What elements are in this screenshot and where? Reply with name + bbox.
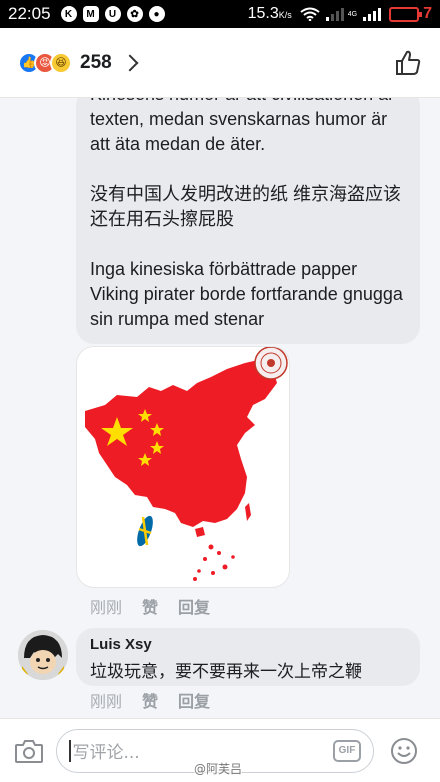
camera-icon[interactable] (14, 738, 44, 764)
gif-button[interactable]: GIF (333, 739, 361, 762)
comment-image[interactable] (76, 346, 290, 588)
reactions-header: 👍 😡 😆 258 (0, 28, 440, 98)
u-app-icon: U (104, 6, 121, 22)
mail-icon: M (82, 6, 99, 22)
chat-app-icon: ● (148, 6, 165, 22)
emoji-icon[interactable] (390, 737, 418, 765)
comment-text-swedish-1: Kinesens humor är att civilisationen är … (90, 98, 394, 154)
reply-reply-link[interactable]: 回复 (178, 688, 210, 712)
reply-comment-text: 垃圾玩意，要不要再来一次上帝之鞭 (90, 662, 362, 682)
comment-text-chinese: 没有中国人发明改进的纸 维京海盗应该还在用石头擦屁股 (90, 184, 401, 229)
battery-level: 7 (423, 5, 432, 22)
china-map-image (85, 347, 288, 581)
network-speed-value: 15.3 (247, 5, 279, 22)
signal-bars-1-icon (325, 7, 344, 21)
text-caret (69, 739, 71, 762)
notification-icons: K M U ✿ ● (60, 6, 165, 22)
reaction-count: 258 (80, 51, 112, 73)
wifi-icon (300, 7, 320, 21)
reply-link[interactable]: 回复 (178, 594, 210, 618)
network-speed-unit: K/s (278, 10, 292, 20)
network-speed: 15.3K/s (248, 5, 292, 23)
clock: 22:05 (8, 4, 51, 23)
comment-actions: 刚刚 赞 回复 (90, 594, 210, 618)
reply-comment-bubble: Luis Xsy 垃圾玩意，要不要再来一次上帝之鞭 (76, 628, 420, 686)
reactions-summary[interactable]: 👍 😡 😆 258 (18, 51, 139, 74)
reply-like-link[interactable]: 赞 (142, 688, 158, 712)
chevron-right-icon (121, 54, 139, 71)
like-link[interactable]: 赞 (142, 594, 158, 618)
avatar-illustration (18, 630, 68, 680)
comment-text-swedish-2: Inga kinesiska förbättrade papper Viking… (90, 259, 403, 329)
network-type: 4G (347, 10, 358, 18)
comment-input-placeholder: 写评论... (72, 743, 140, 763)
signal-bars-2-icon (363, 7, 382, 21)
comment-bubble: Kinesens humor är att civilisationen är … (76, 98, 420, 344)
comment-author[interactable]: Luis Xsy (90, 636, 406, 653)
pinwheel-icon: ✿ (126, 6, 143, 22)
reply-comment-timestamp: 刚刚 (90, 692, 123, 711)
watermark: @阿芙吕 (194, 760, 243, 777)
battery-icon (389, 6, 423, 22)
k-app-icon: K (60, 6, 77, 22)
status-bar: 22:05 K M U ✿ ● 15.3K/s 4G 7 (0, 0, 440, 28)
comment-timestamp: 刚刚 (90, 598, 123, 617)
like-thumb-icon[interactable] (394, 49, 422, 77)
comments-thread[interactable]: Kinesens humor är att civilisationen är … (0, 98, 440, 718)
avatar[interactable] (18, 630, 68, 680)
haha-icon: 😆 (50, 51, 72, 74)
reply-comment-actions: 刚刚 赞 回复 (90, 688, 210, 712)
